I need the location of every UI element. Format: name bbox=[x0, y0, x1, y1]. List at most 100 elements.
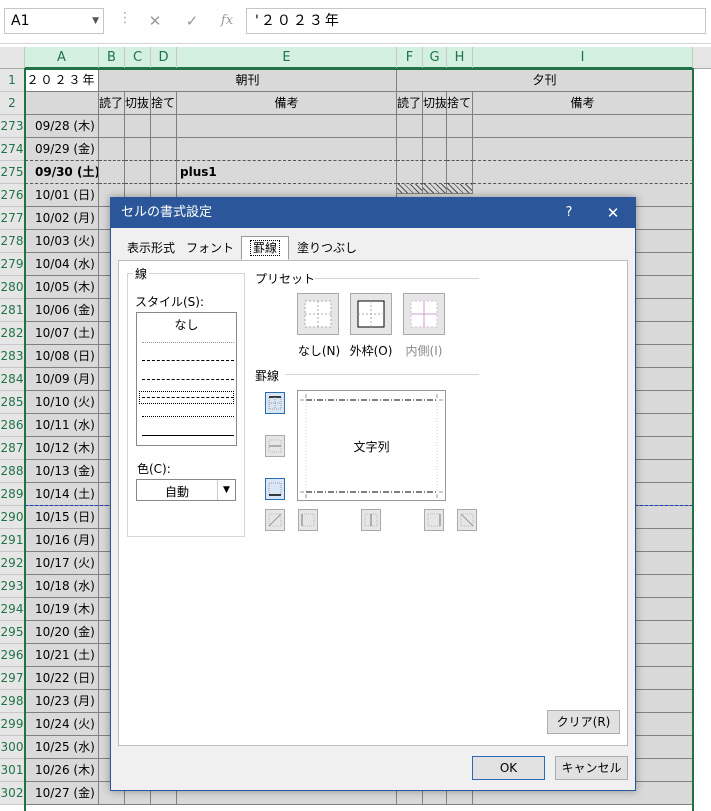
date-cell[interactable]: 09/29 (金) bbox=[25, 138, 99, 161]
row-header[interactable]: 292 bbox=[0, 552, 25, 575]
row-header[interactable]: 273 bbox=[0, 115, 25, 138]
date-cell[interactable]: 09/28 (木) bbox=[25, 115, 99, 138]
cell[interactable] bbox=[397, 115, 423, 138]
cell[interactable] bbox=[25, 92, 99, 115]
column-header-i[interactable]: I bbox=[473, 47, 693, 69]
select-all-corner[interactable] bbox=[0, 47, 25, 69]
date-cell[interactable]: 10/05 (木) bbox=[25, 276, 99, 299]
row-header[interactable]: 300 bbox=[0, 736, 25, 759]
row-header[interactable]: 297 bbox=[0, 667, 25, 690]
read-header-evening[interactable]: 読了 bbox=[397, 92, 423, 115]
date-cell[interactable]: 10/27 (金) bbox=[25, 782, 99, 805]
date-cell[interactable]: 10/20 (金) bbox=[25, 621, 99, 644]
column-header-f[interactable]: F bbox=[397, 47, 423, 69]
clear-button[interactable]: クリア(R) bbox=[547, 710, 620, 734]
line-style-list[interactable]: なし bbox=[136, 312, 237, 446]
name-box[interactable]: A1 ▼ bbox=[4, 8, 104, 34]
cell[interactable] bbox=[125, 161, 151, 184]
cell[interactable] bbox=[473, 115, 693, 138]
discard-header[interactable]: 捨て bbox=[151, 92, 177, 115]
column-header-b[interactable]: B bbox=[99, 47, 125, 69]
cell[interactable] bbox=[447, 115, 473, 138]
row-header[interactable]: 285 bbox=[0, 391, 25, 414]
row-header[interactable]: 298 bbox=[0, 690, 25, 713]
row-header[interactable]: 295 bbox=[0, 621, 25, 644]
row-header[interactable]: 274 bbox=[0, 138, 25, 161]
date-cell[interactable]: 10/10 (火) bbox=[25, 391, 99, 414]
tab-border[interactable]: 罫線 bbox=[241, 236, 289, 260]
tab-fill[interactable]: 塗りつぶし bbox=[293, 236, 361, 260]
row-header[interactable]: 287 bbox=[0, 437, 25, 460]
date-cell[interactable]: 10/25 (水) bbox=[25, 736, 99, 759]
row-header[interactable]: 2 bbox=[0, 92, 25, 115]
date-cell[interactable]: 10/26 (木) bbox=[25, 759, 99, 782]
column-header-c[interactable]: C bbox=[125, 47, 151, 69]
note-cell[interactable] bbox=[177, 115, 397, 138]
column-header-a[interactable]: A bbox=[25, 47, 99, 69]
row-header[interactable]: 299 bbox=[0, 713, 25, 736]
tab-number[interactable]: 表示形式 bbox=[121, 236, 181, 260]
cancel-icon[interactable]: ✕ bbox=[145, 10, 165, 32]
note-cell[interactable] bbox=[177, 138, 397, 161]
row-header[interactable]: 288 bbox=[0, 460, 25, 483]
clip-header[interactable]: 切抜 bbox=[125, 92, 151, 115]
date-cell[interactable]: 10/21 (土) bbox=[25, 644, 99, 667]
border-middle-button[interactable] bbox=[265, 435, 285, 457]
preset-outline-button[interactable] bbox=[350, 293, 392, 335]
row-header[interactable]: 276 bbox=[0, 184, 25, 207]
border-right-button[interactable] bbox=[424, 509, 444, 531]
cell[interactable] bbox=[397, 161, 423, 184]
cell[interactable] bbox=[447, 161, 473, 184]
row-header[interactable]: 284 bbox=[0, 368, 25, 391]
border-diagonal-down-button[interactable] bbox=[457, 509, 477, 531]
date-cell[interactable]: 10/17 (火) bbox=[25, 552, 99, 575]
cell[interactable] bbox=[423, 184, 447, 194]
row-header[interactable]: 283 bbox=[0, 345, 25, 368]
read-header[interactable]: 読了 bbox=[99, 92, 125, 115]
preset-none-button[interactable] bbox=[297, 293, 339, 335]
cell[interactable] bbox=[423, 115, 447, 138]
date-cell[interactable]: 10/15 (日) bbox=[25, 506, 99, 529]
cell[interactable] bbox=[151, 115, 177, 138]
row-header[interactable]: 279 bbox=[0, 253, 25, 276]
discard-header-evening[interactable]: 捨て bbox=[447, 92, 473, 115]
cell[interactable] bbox=[99, 138, 125, 161]
column-header-d[interactable]: D bbox=[151, 47, 177, 69]
line-style-thin[interactable] bbox=[142, 435, 234, 436]
line-style-dashdot[interactable] bbox=[142, 379, 234, 380]
column-header-e[interactable]: E bbox=[177, 47, 397, 69]
preset-inside-button[interactable] bbox=[403, 293, 445, 335]
row-header[interactable]: 290 bbox=[0, 506, 25, 529]
note-cell[interactable]: plus1 bbox=[177, 161, 397, 184]
clip-header-evening[interactable]: 切抜 bbox=[423, 92, 447, 115]
date-cell[interactable]: 10/03 (火) bbox=[25, 230, 99, 253]
row-header[interactable]: 1 bbox=[0, 69, 25, 92]
date-cell[interactable]: 10/23 (月) bbox=[25, 690, 99, 713]
cell[interactable] bbox=[151, 138, 177, 161]
border-preview[interactable]: 文字列 bbox=[297, 390, 446, 501]
row-header[interactable]: 275 bbox=[0, 161, 25, 184]
date-cell[interactable]: 10/19 (木) bbox=[25, 598, 99, 621]
close-icon[interactable]: ✕ bbox=[595, 198, 631, 228]
cell[interactable] bbox=[397, 138, 423, 161]
date-cell[interactable]: 10/02 (月) bbox=[25, 207, 99, 230]
border-center-button[interactable] bbox=[361, 509, 381, 531]
chevron-down-icon[interactable]: ▼ bbox=[92, 9, 99, 33]
ok-button[interactable]: OK bbox=[472, 756, 545, 780]
cell[interactable] bbox=[99, 115, 125, 138]
row-header[interactable]: 286 bbox=[0, 414, 25, 437]
cancel-button[interactable]: キャンセル bbox=[555, 756, 628, 780]
date-cell[interactable]: 09/30 (土) bbox=[25, 161, 99, 184]
line-style-dashdotdot[interactable] bbox=[142, 397, 234, 398]
border-bottom-button[interactable] bbox=[265, 478, 285, 500]
enter-icon[interactable]: ✓ bbox=[182, 10, 202, 32]
row-header[interactable]: 302 bbox=[0, 782, 25, 805]
row-header[interactable]: 296 bbox=[0, 644, 25, 667]
column-header-h[interactable]: H bbox=[447, 47, 473, 69]
morning-edition-header[interactable]: 朝刊 bbox=[99, 69, 397, 92]
formula-input[interactable]: '２０２３年 bbox=[246, 8, 706, 34]
row-header[interactable]: 289 bbox=[0, 483, 25, 506]
date-cell[interactable]: 10/11 (水) bbox=[25, 414, 99, 437]
row-header[interactable]: 301 bbox=[0, 759, 25, 782]
date-cell[interactable]: 10/18 (水) bbox=[25, 575, 99, 598]
